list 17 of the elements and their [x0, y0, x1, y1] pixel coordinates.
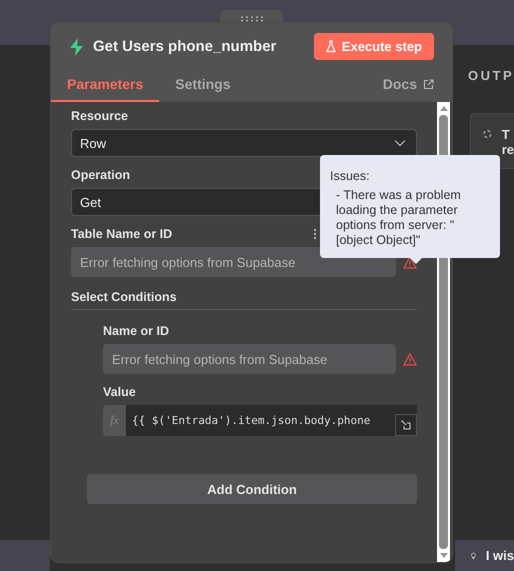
- output-heading: OUTP: [468, 68, 514, 83]
- select-field[interactable]: Row: [71, 129, 417, 157]
- field-label: Value: [103, 385, 137, 399]
- field-label: Operation: [71, 168, 130, 182]
- expression-field[interactable]: {{ $('Entrada').item.json.body.phone: [126, 405, 417, 436]
- hint-text: I wis: [486, 548, 514, 563]
- field-label: Resource: [71, 109, 128, 123]
- field-label: Name or ID: [103, 324, 170, 338]
- docs-link[interactable]: Docs: [382, 76, 434, 102]
- output-text: T: [502, 127, 511, 142]
- section-title: Select Conditions: [71, 290, 417, 310]
- field-label: Table Name or ID: [71, 227, 172, 241]
- output-text: re: [502, 142, 514, 157]
- node-title: Get Users phone_number: [93, 38, 278, 55]
- tab[interactable]: Settings: [159, 76, 247, 102]
- add-condition-button[interactable]: Add Condition: [87, 474, 417, 504]
- tooltip-title: Issues:: [330, 169, 371, 184]
